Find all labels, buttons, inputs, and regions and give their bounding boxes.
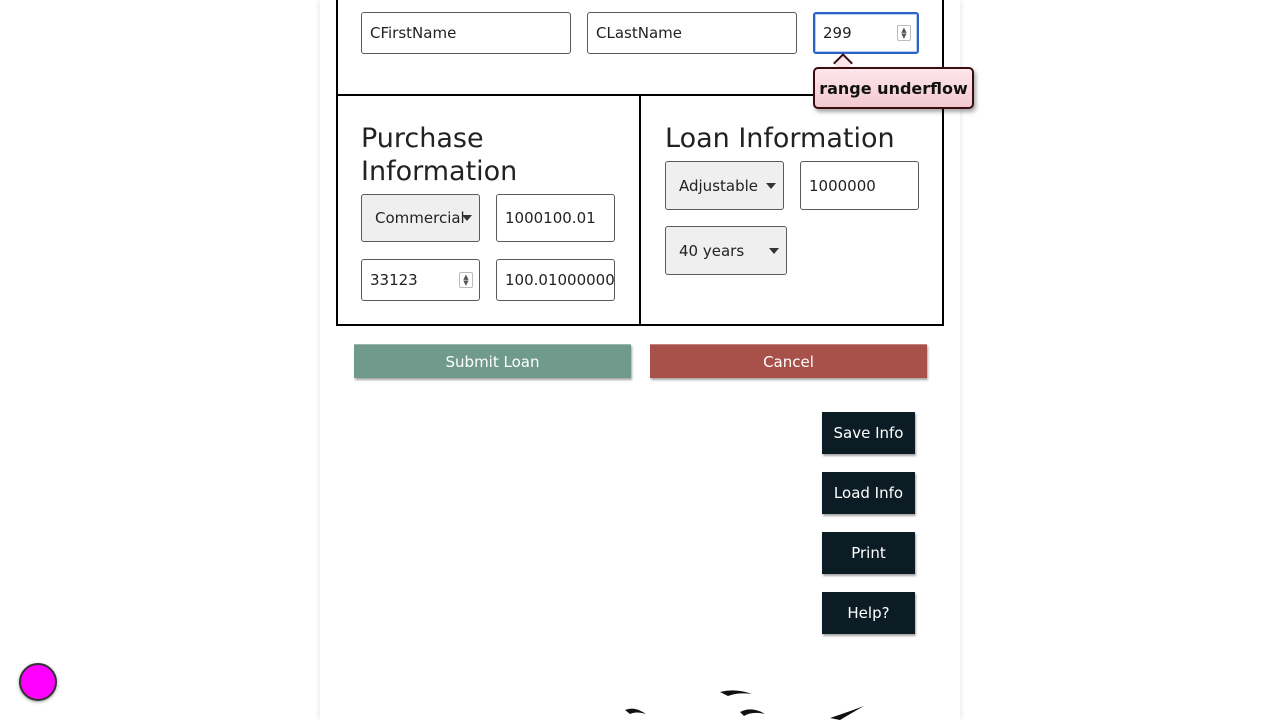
number-spinner[interactable]: ▲ ▼ bbox=[897, 25, 911, 41]
spinner-down-icon[interactable]: ▼ bbox=[463, 280, 468, 287]
tooltip-text: range underflow bbox=[819, 78, 968, 98]
chevron-down-icon bbox=[462, 215, 472, 221]
number-field[interactable]: 299 ▲ ▼ bbox=[813, 12, 919, 54]
print-label: Print bbox=[851, 544, 886, 562]
print-button[interactable]: Print bbox=[822, 532, 915, 574]
zip-value: 33123 bbox=[370, 271, 418, 289]
first-name-field[interactable]: CFirstName bbox=[361, 12, 571, 54]
percent-field[interactable]: 100.010000000 bbox=[496, 259, 615, 301]
save-info-button[interactable]: Save Info bbox=[822, 412, 915, 454]
last-name-value: CLastName bbox=[596, 24, 682, 42]
spinner-down-icon[interactable]: ▼ bbox=[901, 33, 906, 40]
bird-shape bbox=[830, 706, 864, 720]
purchase-price-field[interactable]: 1000100.01 bbox=[496, 194, 615, 242]
loan-term-select[interactable]: 40 years bbox=[665, 226, 787, 275]
floating-action-button[interactable] bbox=[19, 663, 57, 701]
zip-spinner[interactable]: ▲ ▼ bbox=[459, 272, 473, 288]
bird-shape bbox=[625, 708, 646, 714]
validation-tooltip: range underflow bbox=[813, 67, 974, 109]
cancel-label: Cancel bbox=[763, 352, 814, 371]
submit-loan-label: Submit Loan bbox=[445, 352, 540, 371]
percent-value: 100.010000000 bbox=[505, 271, 615, 289]
birds-image bbox=[625, 690, 864, 720]
cancel-button[interactable]: Cancel bbox=[650, 344, 927, 378]
number-value: 299 bbox=[823, 24, 852, 42]
purchase-heading: Purchase Information bbox=[361, 123, 518, 187]
rate-type-value: Adjustable bbox=[679, 176, 758, 195]
zip-field[interactable]: 33123 ▲ ▼ bbox=[361, 259, 480, 301]
purchase-price-value: 1000100.01 bbox=[505, 209, 596, 227]
submit-loan-button[interactable]: Submit Loan bbox=[354, 344, 631, 378]
rate-type-select[interactable]: Adjustable bbox=[665, 161, 784, 210]
loan-term-value: 40 years bbox=[679, 241, 745, 260]
loan-amount-value: 1000000 bbox=[809, 176, 876, 195]
save-info-label: Save Info bbox=[833, 424, 904, 442]
load-info-label: Load Info bbox=[833, 484, 904, 502]
loan-amount-field[interactable]: 1000000 bbox=[800, 161, 919, 210]
bird-shape bbox=[720, 690, 752, 696]
loan-heading: Loan Information bbox=[665, 123, 895, 154]
last-name-field[interactable]: CLastName bbox=[587, 12, 797, 54]
first-name-value: CFirstName bbox=[370, 24, 457, 42]
property-type-value: Commercial bbox=[375, 209, 465, 227]
load-info-button[interactable]: Load Info bbox=[822, 472, 915, 514]
property-type-select[interactable]: Commercial bbox=[361, 194, 480, 242]
chevron-down-icon bbox=[766, 182, 776, 189]
bird-shape bbox=[740, 709, 765, 716]
help-button[interactable]: Help? bbox=[822, 592, 915, 634]
chevron-down-icon bbox=[769, 247, 779, 254]
help-label: Help? bbox=[847, 604, 890, 622]
